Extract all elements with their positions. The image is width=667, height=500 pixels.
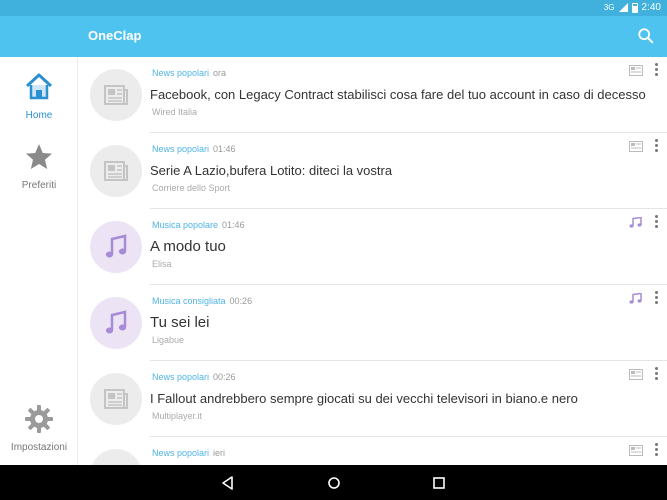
- list-item[interactable]: News popolari ieri: [78, 437, 667, 465]
- gear-icon: [25, 405, 53, 433]
- news-avatar: [90, 373, 142, 425]
- category-label: News popolari: [152, 144, 210, 154]
- item-title: Tu sei lei: [150, 314, 210, 331]
- status-bar: 3G 2:40: [0, 0, 667, 16]
- category-label: News popolari: [152, 68, 210, 78]
- home-icon: [25, 73, 53, 100]
- more-options-icon[interactable]: [653, 139, 659, 155]
- news-type-icon: [629, 141, 643, 152]
- item-category: News popolari ora: [152, 68, 226, 78]
- list-item[interactable]: News popolari 01:46 Serie A Lazio,bufera …: [78, 133, 667, 209]
- item-source: Multiplayer.it: [152, 411, 203, 421]
- item-category: News popolari ieri: [152, 448, 225, 458]
- item-time: ieri: [213, 448, 226, 458]
- item-source: Wired Italia: [152, 107, 198, 117]
- item-time: 01:46: [213, 144, 236, 154]
- list-item[interactable]: Musica consigliata 00:26 Tu sei lei Ligab…: [78, 285, 667, 361]
- sidebar-item-home[interactable]: Home: [0, 71, 78, 121]
- system-nav-bar: [0, 465, 667, 500]
- music-note-icon: [105, 234, 127, 258]
- item-source: Corriere dello Sport: [152, 183, 231, 193]
- item-category: News popolari 00:26: [152, 372, 236, 382]
- music-type-icon: [629, 293, 642, 304]
- app-title: OneClap: [88, 28, 142, 43]
- item-category: Musica popolare 01:46: [152, 220, 245, 230]
- music-avatar: [90, 297, 142, 349]
- battery-icon: [631, 2, 638, 13]
- sidebar-item-label: Preferiti: [21, 180, 57, 191]
- more-options-icon[interactable]: [653, 367, 659, 383]
- item-time: 00:26: [229, 296, 253, 306]
- sidebar-item-label: Impostazioni: [10, 442, 68, 453]
- news-avatar: [90, 69, 142, 121]
- more-options-icon[interactable]: [653, 63, 659, 79]
- item-title: A modo tuo: [150, 238, 226, 255]
- more-options-icon[interactable]: [653, 291, 659, 307]
- newspaper-icon: [104, 389, 128, 409]
- sidebar-item-impostazioni[interactable]: Impostazioni: [0, 403, 78, 453]
- item-source: Elisa: [152, 259, 172, 269]
- sidebar: Home Preferiti Impostazioni: [0, 57, 78, 465]
- more-options-icon[interactable]: [653, 443, 659, 459]
- category-label: News popolari: [152, 448, 210, 458]
- network-indicator: 3G: [603, 3, 615, 12]
- app-bar: OneClap: [0, 16, 667, 57]
- item-category: News popolari 01:46: [152, 144, 236, 154]
- news-type-icon: [629, 369, 643, 380]
- news-avatar: [90, 449, 142, 465]
- category-label: Musica popolare: [152, 220, 219, 230]
- home-nav-icon[interactable]: [325, 474, 343, 492]
- category-label: News popolari: [152, 372, 210, 382]
- feed-list: News popolari ora Facebook, con Legacy Co…: [78, 57, 667, 465]
- news-avatar: [90, 145, 142, 197]
- item-source: Ligabue: [152, 335, 185, 345]
- item-time: ora: [213, 68, 227, 78]
- newspaper-icon: [104, 161, 128, 181]
- item-time: 01:46: [222, 220, 245, 230]
- list-item[interactable]: News popolari 00:26 I Fallout andrebbero …: [78, 361, 667, 437]
- clock: 2:40: [641, 2, 661, 13]
- sidebar-item-preferiti[interactable]: Preferiti: [0, 141, 78, 191]
- news-type-icon: [629, 445, 643, 456]
- list-item[interactable]: News popolari ora Facebook, con Legacy Co…: [78, 57, 667, 133]
- category-label: Musica consigliata: [152, 296, 226, 306]
- news-type-icon: [629, 65, 643, 76]
- newspaper-icon: [104, 85, 128, 105]
- music-note-icon: [105, 310, 127, 334]
- star-icon: [26, 144, 52, 169]
- item-title: Serie A Lazio,bufera Lotito: diteci la v…: [150, 163, 393, 178]
- sidebar-item-label: Home: [25, 110, 53, 121]
- item-title: I Fallout andrebbero sempre giocati su d…: [150, 391, 578, 406]
- music-type-icon: [629, 217, 642, 228]
- item-title: Facebook, con Legacy Contract stabilisci…: [150, 87, 646, 102]
- back-icon[interactable]: [219, 474, 237, 492]
- more-options-icon[interactable]: [653, 215, 659, 231]
- music-avatar: [90, 221, 142, 273]
- item-category: Musica consigliata 00:26: [152, 296, 252, 306]
- search-icon[interactable]: [637, 27, 655, 45]
- item-time: 00:26: [213, 372, 236, 382]
- signal-icon: [618, 3, 628, 12]
- list-item[interactable]: Musica popolare 01:46 A modo tuo Elisa: [78, 209, 667, 285]
- recents-icon[interactable]: [430, 474, 448, 492]
